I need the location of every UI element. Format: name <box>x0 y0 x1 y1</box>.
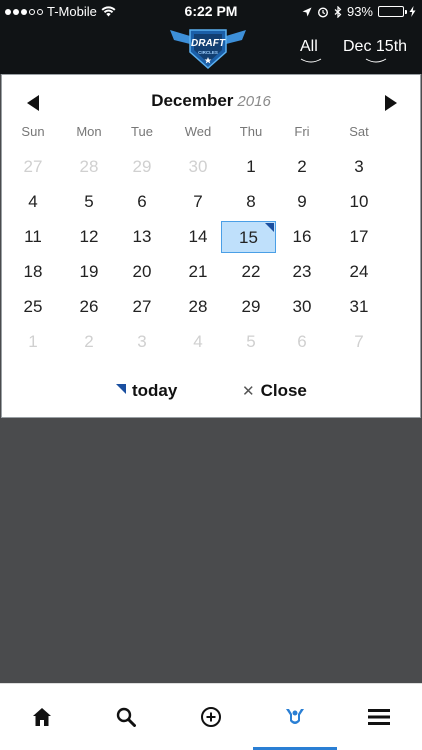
tab-add[interactable] <box>191 702 231 732</box>
location-arrow-icon <box>302 7 312 16</box>
day-cell[interactable]: 14 <box>170 221 226 253</box>
menu-icon <box>368 709 390 725</box>
year-label: 2016 <box>237 93 271 110</box>
day-cell[interactable]: 23 <box>274 256 330 288</box>
weekday-label: Fri <box>294 124 310 139</box>
battery-percent: 93% <box>346 4 373 19</box>
day-cell[interactable]: 27 <box>5 151 61 183</box>
underline-decoration <box>365 58 387 63</box>
tab-search[interactable] <box>106 702 146 732</box>
tab-home[interactable] <box>22 702 62 732</box>
bluetooth-icon <box>334 5 342 18</box>
day-cell[interactable]: 19 <box>61 256 117 288</box>
close-button[interactable]: ✕ Close <box>242 381 307 401</box>
day-cell[interactable]: 4 <box>170 326 226 358</box>
status-bar: T-Mobile 6:22 PM 93% <box>0 0 422 22</box>
filter-all-label: All <box>300 38 318 55</box>
bottom-tab-bar <box>0 683 422 750</box>
day-cell[interactable]: 17 <box>331 221 387 253</box>
day-cell[interactable]: 24 <box>331 256 387 288</box>
day-cell[interactable]: 2 <box>61 326 117 358</box>
day-cell[interactable]: 8 <box>223 186 279 218</box>
tab-circles[interactable] <box>275 702 315 732</box>
day-cell[interactable]: 3 <box>331 151 387 183</box>
weekday-label: Thu <box>239 124 263 139</box>
day-cell[interactable]: 6 <box>274 326 330 358</box>
weekday-label: Sat <box>349 124 369 139</box>
day-cell[interactable]: 30 <box>170 151 226 183</box>
date-picker-link[interactable]: Dec 15th <box>343 38 422 64</box>
day-cell[interactable]: 1 <box>223 151 279 183</box>
weekday-label: Wed <box>184 124 212 139</box>
day-cell[interactable]: 20 <box>114 256 170 288</box>
day-cell[interactable]: 2 <box>274 151 330 183</box>
day-cell[interactable]: 7 <box>331 326 387 358</box>
day-cell[interactable]: 4 <box>5 186 61 218</box>
day-cell[interactable]: 29 <box>223 291 279 323</box>
close-icon: ✕ <box>242 383 255 400</box>
close-label: Close <box>260 381 307 400</box>
today-label: today <box>132 381 178 400</box>
battery-icon <box>378 6 407 17</box>
month-title: December 2016 <box>2 91 420 111</box>
underline-decoration <box>300 58 322 63</box>
day-cell[interactable]: 16 <box>274 221 330 253</box>
search-icon <box>116 707 136 727</box>
calendar-popup: December 2016 Sun Mon Tue Wed Thu Fri Sat… <box>1 74 421 418</box>
tab-menu[interactable] <box>359 702 399 732</box>
month-name: December <box>151 91 234 110</box>
status-right: 93% <box>302 4 416 19</box>
calendar-footer: today ✕ Close <box>2 381 420 403</box>
svg-text:DRAFT: DRAFT <box>191 38 226 49</box>
today-marker-icon <box>116 384 126 394</box>
day-cell[interactable]: 22 <box>223 256 279 288</box>
day-cell[interactable]: 31 <box>331 291 387 323</box>
alarm-icon <box>317 6 328 18</box>
day-cell[interactable]: 6 <box>114 186 170 218</box>
weekday-label: Tue <box>131 124 153 139</box>
day-cell[interactable]: 10 <box>331 186 387 218</box>
day-cell[interactable]: 30 <box>274 291 330 323</box>
day-cell[interactable]: 27 <box>114 291 170 323</box>
day-cell[interactable]: 13 <box>114 221 170 253</box>
calendar-header: December 2016 <box>2 91 420 115</box>
charging-icon <box>409 6 416 17</box>
date-label: Dec 15th <box>343 38 408 55</box>
day-cell[interactable]: 9 <box>274 186 330 218</box>
draft-circles-logo[interactable]: DRAFT CIRCLES <box>168 22 248 72</box>
day-cell[interactable]: 12 <box>61 221 117 253</box>
weekday-header-row: Sun Mon Tue Wed Thu Fri Sat <box>2 124 420 140</box>
next-month-arrow-icon[interactable] <box>385 95 397 111</box>
draft-circles-icon <box>286 709 304 724</box>
today-button[interactable]: today <box>116 381 177 401</box>
day-cell[interactable]: 18 <box>5 256 61 288</box>
weekday-label: Mon <box>76 124 102 139</box>
day-cell[interactable]: 29 <box>114 151 170 183</box>
day-cell[interactable]: 28 <box>170 291 226 323</box>
day-cell[interactable]: 1 <box>5 326 61 358</box>
day-cell[interactable]: 25 <box>5 291 61 323</box>
weekday-label: Sun <box>21 124 45 139</box>
day-cell[interactable]: 5 <box>61 186 117 218</box>
add-circle-icon <box>201 707 221 727</box>
top-bar: T-Mobile 6:22 PM 93% DRAFT CIRCLES All D… <box>0 0 422 74</box>
day-cell[interactable]: 28 <box>61 151 117 183</box>
day-cell[interactable]: 5 <box>223 326 279 358</box>
selected-day-cell[interactable]: 15 <box>221 221 276 253</box>
home-icon <box>33 708 51 726</box>
day-cell[interactable]: 7 <box>170 186 226 218</box>
day-grid: 27 28 29 30 1 2 3 4 5 6 7 8 9 10 11 12 13 14 15 16 17 18 19 20 2… <box>2 151 420 361</box>
filter-all-link[interactable]: All <box>300 38 322 64</box>
day-cell[interactable]: 3 <box>114 326 170 358</box>
svg-text:CIRCLES: CIRCLES <box>198 50 218 55</box>
day-cell[interactable]: 21 <box>170 256 226 288</box>
day-cell[interactable]: 26 <box>61 291 117 323</box>
day-cell[interactable]: 11 <box>5 221 61 253</box>
